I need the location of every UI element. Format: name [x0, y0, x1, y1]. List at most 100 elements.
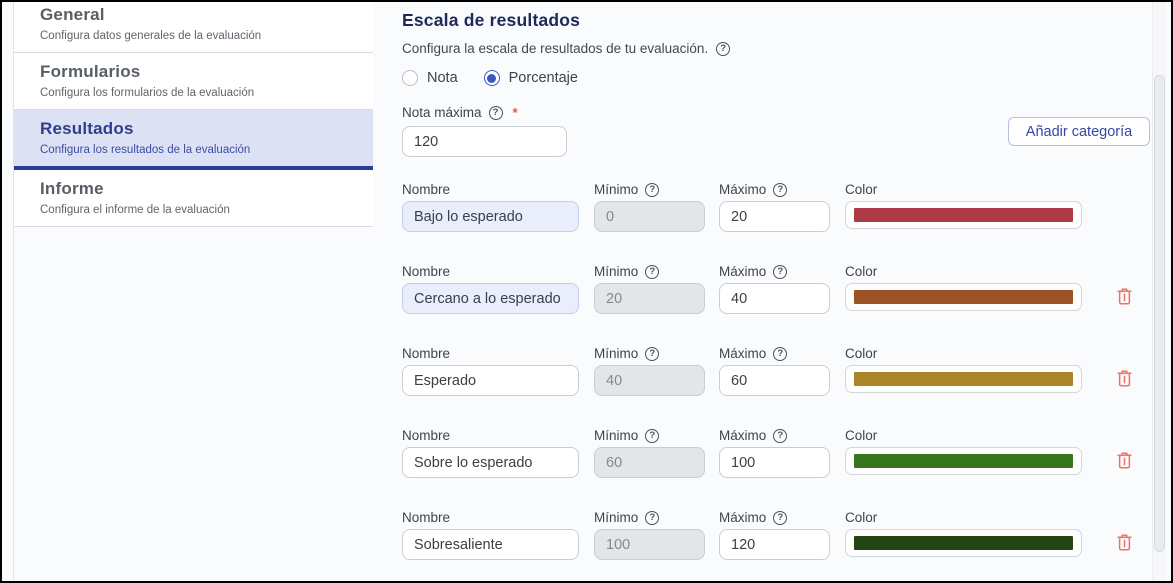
category-row: Nombre Mínimo ? Máximo ? Color	[402, 510, 1162, 583]
help-icon[interactable]: ?	[773, 429, 787, 443]
min-column-label: Mínimo	[594, 510, 638, 525]
color-column-label: Color	[845, 346, 877, 361]
radio-label: Nota	[427, 70, 458, 86]
min-column-label: Mínimo	[594, 264, 638, 279]
help-icon[interactable]: ?	[645, 429, 659, 443]
sidebar: General Configura datos generales de la …	[14, 2, 373, 227]
min-column-label: Mínimo	[594, 428, 638, 443]
add-category-button[interactable]: Añadir categoría	[1008, 117, 1150, 146]
scale-type-radio-group: Nota Porcentaje	[402, 70, 1102, 86]
color-column-label: Color	[845, 182, 877, 197]
max-grade-label: Nota máxima	[402, 105, 482, 120]
category-max-input[interactable]	[719, 201, 830, 232]
category-max-input[interactable]	[719, 447, 830, 478]
category-name-input[interactable]	[402, 201, 579, 232]
sidebar-item-formularios[interactable]: Formularios Configura los formularios de…	[14, 53, 373, 110]
category-color-swatch	[854, 536, 1073, 550]
name-column-label: Nombre	[402, 428, 450, 443]
color-column-label: Color	[845, 428, 877, 443]
category-name-input[interactable]	[402, 283, 579, 314]
category-color-picker[interactable]	[845, 201, 1082, 229]
help-icon[interactable]: ?	[773, 265, 787, 279]
sidebar-item-general[interactable]: General Configura datos generales de la …	[14, 2, 373, 53]
scrollbar-track[interactable]	[1152, 2, 1166, 581]
sidebar-item-title: Resultados	[40, 119, 363, 139]
category-color-swatch	[854, 208, 1073, 222]
page-title: Escala de resultados	[402, 10, 1102, 31]
sidebar-item-title: Formularios	[40, 62, 363, 82]
sidebar-item-subtitle: Configura los resultados de la evaluació…	[40, 144, 363, 156]
sidebar-item-title: Informe	[40, 179, 363, 199]
help-icon[interactable]: ?	[645, 347, 659, 361]
sidebar-item-title: General	[40, 5, 363, 25]
section-description-text: Configura la escala de resultados de tu …	[402, 41, 708, 56]
category-max-input[interactable]	[719, 529, 830, 560]
help-icon[interactable]: ?	[645, 511, 659, 525]
delete-category-button[interactable]	[1115, 286, 1134, 306]
color-column-label: Color	[845, 510, 877, 525]
max-column-label: Máximo	[719, 428, 766, 443]
sidebar-item-informe[interactable]: Informe Configura el informe de la evalu…	[14, 170, 373, 227]
category-max-input[interactable]	[719, 283, 830, 314]
max-column-label: Máximo	[719, 182, 766, 197]
radio-icon	[484, 70, 500, 86]
help-icon[interactable]: ?	[773, 183, 787, 197]
name-column-label: Nombre	[402, 510, 450, 525]
name-column-label: Nombre	[402, 264, 450, 279]
trash-icon	[1115, 532, 1134, 552]
radio-porcentaje[interactable]: Porcentaje	[484, 70, 578, 86]
max-column-label: Máximo	[719, 264, 766, 279]
name-column-label: Nombre	[402, 346, 450, 361]
help-icon[interactable]: ?	[645, 265, 659, 279]
color-column-label: Color	[845, 264, 877, 279]
delete-category-button[interactable]	[1115, 450, 1134, 470]
category-color-picker[interactable]	[845, 447, 1082, 475]
category-min-input	[594, 447, 705, 478]
max-column-label: Máximo	[719, 510, 766, 525]
trash-icon	[1115, 286, 1134, 306]
category-color-picker[interactable]	[845, 529, 1082, 557]
radio-label: Porcentaje	[509, 70, 578, 86]
trash-icon	[1115, 450, 1134, 470]
category-min-input	[594, 365, 705, 396]
help-icon[interactable]: ?	[773, 347, 787, 361]
max-grade-input[interactable]	[402, 126, 567, 157]
category-list: Nombre Mínimo ? Máximo ? Color	[402, 182, 1162, 583]
results-scale-section: Escala de resultados Configura la escala…	[402, 4, 1102, 157]
category-min-input	[594, 529, 705, 560]
help-icon[interactable]: ?	[645, 183, 659, 197]
category-name-input[interactable]	[402, 529, 579, 560]
min-column-label: Mínimo	[594, 346, 638, 361]
name-column-label: Nombre	[402, 182, 450, 197]
category-row: Nombre Mínimo ? Máximo ? Color	[402, 346, 1162, 428]
delete-category-button[interactable]	[1115, 532, 1134, 552]
max-column-label: Máximo	[719, 346, 766, 361]
section-description: Configura la escala de resultados de tu …	[402, 41, 1102, 56]
category-color-picker[interactable]	[845, 283, 1082, 311]
category-min-input	[594, 201, 705, 232]
category-color-swatch	[854, 290, 1073, 304]
sidebar-item-subtitle: Configura el informe de la evaluación	[40, 204, 363, 216]
help-icon[interactable]: ?	[489, 106, 503, 120]
help-icon[interactable]: ?	[773, 511, 787, 525]
category-color-swatch	[854, 372, 1073, 386]
category-name-input[interactable]	[402, 365, 579, 396]
help-icon[interactable]: ?	[716, 42, 730, 56]
min-column-label: Mínimo	[594, 182, 638, 197]
scrollbar-thumb[interactable]	[1154, 75, 1165, 552]
evaluation-settings-page: General Configura datos generales de la …	[0, 0, 1173, 583]
sidebar-item-subtitle: Configura los formularios de la evaluaci…	[40, 87, 363, 99]
category-row: Nombre Mínimo ? Máximo ? Color	[402, 428, 1162, 510]
trash-icon	[1115, 368, 1134, 388]
delete-category-button[interactable]	[1115, 368, 1134, 388]
radio-icon	[402, 70, 418, 86]
category-max-input[interactable]	[719, 365, 830, 396]
sidebar-item-resultados[interactable]: Resultados Configura los resultados de l…	[14, 110, 373, 170]
category-name-input[interactable]	[402, 447, 579, 478]
sidebar-item-subtitle: Configura datos generales de la evaluaci…	[40, 30, 363, 42]
category-row: Nombre Mínimo ? Máximo ? Color	[402, 264, 1162, 346]
radio-nota[interactable]: Nota	[402, 70, 458, 86]
category-row: Nombre Mínimo ? Máximo ? Color	[402, 182, 1162, 264]
required-asterisk: *	[513, 105, 518, 120]
category-color-picker[interactable]	[845, 365, 1082, 393]
